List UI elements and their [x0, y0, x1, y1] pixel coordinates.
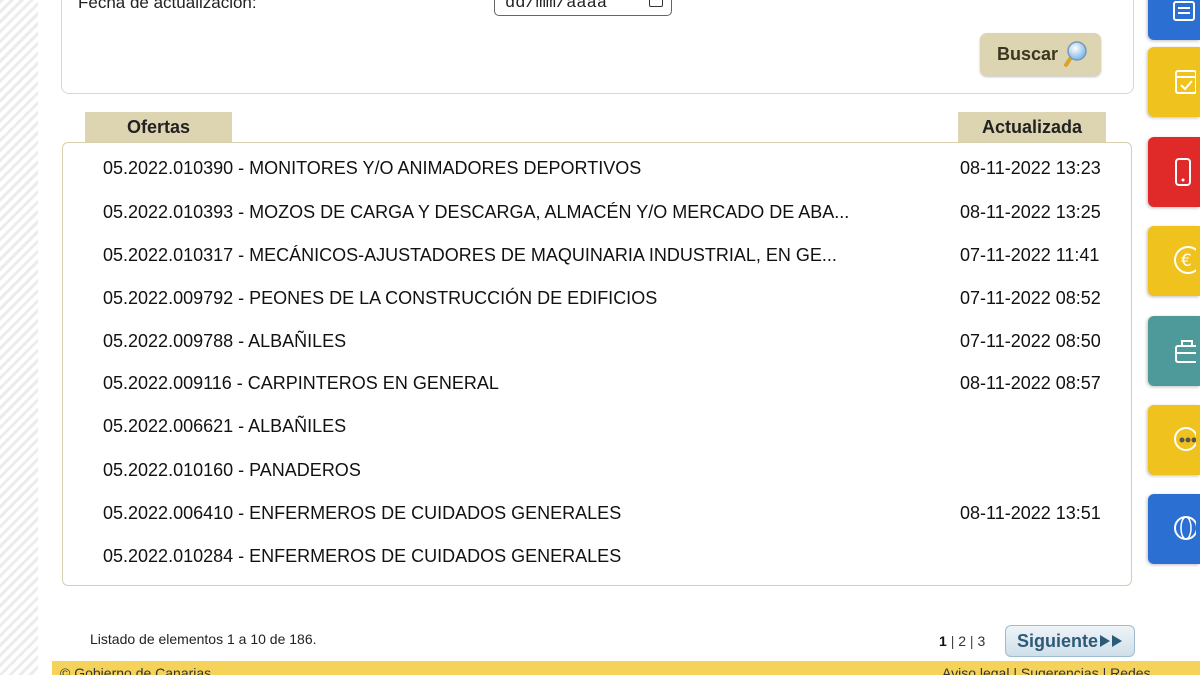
- side-shortcut-globe[interactable]: [1148, 494, 1200, 564]
- update-date-input[interactable]: dd/mm/aaaa: [494, 0, 672, 16]
- list-item: 05.2022.010317 - MECÁNICOS-AJUSTADORES D…: [103, 242, 1103, 268]
- magnifier-icon: [1064, 41, 1087, 67]
- side-shortcut-calendar[interactable]: [1148, 47, 1200, 117]
- listing-summary: Listado de elementos 1 a 10 de 186.: [90, 631, 317, 647]
- offer-updated-date: 08-11-2022 13:23: [960, 158, 1101, 178]
- side-shortcut-document[interactable]: [1148, 0, 1200, 40]
- offer-updated-date: 07-11-2022 08:52: [960, 288, 1101, 308]
- next-page-button[interactable]: Siguiente: [1005, 625, 1135, 657]
- offer-link[interactable]: 05.2022.009116 - CARPINTEROS EN GENERAL: [103, 370, 499, 396]
- offer-link[interactable]: 05.2022.010390 - MONITORES Y/O ANIMADORE…: [103, 155, 641, 181]
- offer-link[interactable]: 05.2022.010317 - MECÁNICOS-AJUSTADORES D…: [103, 242, 837, 268]
- offer-updated-date: 07-11-2022 08:50: [960, 331, 1101, 351]
- offer-link[interactable]: 05.2022.009788 - ALBAÑILES: [103, 328, 346, 354]
- double-chevron-right-icon: [1100, 635, 1122, 647]
- next-page-label: Siguiente: [1017, 631, 1099, 651]
- page-1-current: 1: [939, 633, 947, 649]
- offer-link[interactable]: 05.2022.010393 - MOZOS DE CARGA Y DESCAR…: [103, 199, 849, 225]
- offer-link[interactable]: 05.2022.010160 - PANADEROS: [103, 457, 361, 483]
- page-2-link[interactable]: 2: [958, 633, 966, 649]
- search-button-label: Buscar: [997, 44, 1059, 64]
- footer-copyright: © Gobierno de Canarias: [60, 665, 212, 675]
- page-separator: |: [969, 633, 974, 649]
- offer-updated-date: 07-11-2022 11:41: [960, 245, 1100, 265]
- side-shortcut-briefcase[interactable]: [1148, 316, 1200, 386]
- side-shortcut-euro[interactable]: €: [1148, 226, 1200, 296]
- globe-icon: [1174, 516, 1196, 540]
- search-panel: Fecha de actualización: dd/mm/aaaa Busca…: [61, 0, 1134, 94]
- document-icon: [1173, 1, 1195, 21]
- mobile-icon: [1175, 158, 1191, 186]
- list-item: 05.2022.010284 - ENFERMEROS DE CUIDADOS …: [103, 543, 1103, 569]
- offer-updated-date: 08-11-2022 13:25: [960, 202, 1101, 222]
- offer-link[interactable]: 05.2022.009792 - PEONES DE LA CONSTRUCCI…: [103, 285, 657, 311]
- list-item: 05.2022.009116 - CARPINTEROS EN GENERAL …: [103, 370, 1103, 396]
- euro-icon: €: [1174, 246, 1196, 274]
- background-stripes: [0, 0, 38, 675]
- list-item: 05.2022.009792 - PEONES DE LA CONSTRUCCI…: [103, 285, 1103, 311]
- offers-list: 05.2022.010390 - MONITORES Y/O ANIMADORE…: [62, 142, 1132, 586]
- page-3-link[interactable]: 3: [977, 633, 985, 649]
- side-shortcut-mobile[interactable]: [1148, 137, 1200, 207]
- svg-text:€: €: [1181, 251, 1192, 271]
- footer-bar: © Gobierno de Canarias Aviso legal | Sug…: [52, 661, 1200, 675]
- list-item: 05.2022.010393 - MOZOS DE CARGA Y DESCAR…: [103, 199, 1103, 225]
- list-item: 05.2022.010390 - MONITORES Y/O ANIMADORE…: [103, 155, 1103, 181]
- updated-column-header: Actualizada: [958, 112, 1106, 143]
- side-shortcut-group[interactable]: [1148, 405, 1200, 475]
- group-icon: [1174, 427, 1196, 451]
- footer-links[interactable]: Aviso legal | Sugerencias | Redes: [942, 665, 1151, 675]
- date-label: Fecha de actualización:: [78, 0, 257, 12]
- offer-link[interactable]: 05.2022.006621 - ALBAÑILES: [103, 413, 346, 439]
- briefcase-icon: [1175, 340, 1196, 363]
- offer-link[interactable]: 05.2022.006410 - ENFERMEROS DE CUIDADOS …: [103, 500, 621, 526]
- calendar-icon: [1175, 70, 1196, 94]
- list-item: 05.2022.010160 - PANADEROS: [103, 457, 1103, 483]
- offer-updated-date: 08-11-2022 08:57: [960, 373, 1101, 393]
- list-item: 05.2022.009788 - ALBAÑILES 07-11-2022 08…: [103, 328, 1103, 354]
- offer-link[interactable]: 05.2022.010284 - ENFERMEROS DE CUIDADOS …: [103, 543, 621, 569]
- search-button[interactable]: Buscar: [980, 33, 1101, 76]
- pagination: 1 | 2 | 3: [939, 633, 985, 649]
- list-item: 05.2022.006621 - ALBAÑILES: [103, 413, 1103, 439]
- list-item: 05.2022.006410 - ENFERMEROS DE CUIDADOS …: [103, 500, 1103, 526]
- date-placeholder: dd/mm/aaaa: [505, 0, 608, 13]
- offers-column-header: Ofertas: [85, 112, 232, 143]
- offer-updated-date: 08-11-2022 13:51: [960, 503, 1101, 523]
- page-separator: |: [950, 633, 955, 649]
- calendar-picker-icon[interactable]: [649, 0, 663, 7]
